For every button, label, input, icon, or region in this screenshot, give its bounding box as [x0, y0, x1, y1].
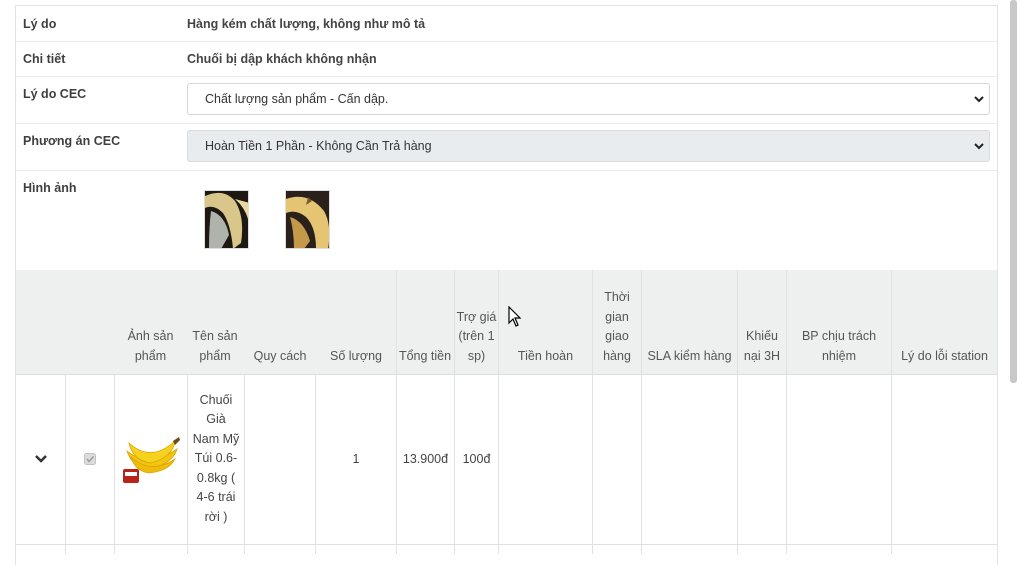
quantity-cell: 1: [352, 452, 360, 466]
chevron-down-icon: [974, 143, 984, 150]
total-cell: 13.900đ: [402, 452, 449, 466]
cec-option-selected: Hoàn Tiền 1 Phần - Không Cần Trả hàng: [205, 139, 432, 153]
complaint-3h-cell: [738, 374, 786, 544]
cec-reason-selected: Chất lượng sản phẩm - Cấn dập.: [205, 92, 389, 106]
checkbox-checked-disabled-icon: [84, 453, 96, 465]
th-product-name: Tên sản phẩm: [192, 329, 238, 363]
expand-row-button[interactable]: [16, 374, 65, 544]
product-image[interactable]: [115, 374, 187, 544]
th-quantity: Số lượng: [329, 348, 382, 363]
detail-value: Chuối bị dập khách không nhận: [187, 52, 377, 66]
row-checkbox[interactable]: [66, 374, 114, 544]
th-subsidy: Trợ giá (trên 1 sp): [456, 309, 497, 363]
mouse-cursor-icon: [508, 306, 522, 327]
th-product-image: Ảnh sản phẩm: [127, 329, 174, 363]
cec-option-row: Phương án CEC Hoàn Tiền 1 Phần - Không C…: [16, 123, 997, 171]
th-responsible-dept: BP chịu trách nhiệm: [801, 329, 877, 363]
chevron-down-icon: [34, 455, 47, 463]
reason-label: Lý do: [23, 17, 57, 31]
banana-product-image: [123, 437, 180, 483]
images-row: Hình ảnh: [16, 170, 997, 270]
th-total: Tổng tiền: [398, 348, 452, 363]
responsible-dept-cell: [787, 374, 891, 544]
refund-cell: [499, 374, 592, 544]
return-detail-panel: Lý do Hàng kém chất lượng, không như mô …: [15, 5, 998, 565]
th-complaint-3h: Khiếu nại 3H: [743, 329, 781, 363]
th-station-error-reason: Lý do lỗi station: [901, 348, 988, 363]
detail-label: Chi tiết: [23, 52, 66, 66]
delivery-time-cell: [593, 374, 641, 544]
th-delivery-time: Thời gian giao hàng: [603, 290, 631, 363]
cec-option-label: Phương án CEC: [23, 134, 121, 148]
detail-row: Chi tiết Chuối bị dập khách không nhận: [16, 41, 997, 77]
cec-reason-row: Lý do CEC Chất lượng sản phẩm - Cấn dập.: [16, 76, 997, 124]
product-table-header: Ảnh sản phẩm Tên sản phẩm Quy cách Số lư…: [16, 270, 997, 375]
reason-row: Lý do Hàng kém chất lượng, không như mô …: [16, 6, 997, 42]
cec-option-select[interactable]: Hoàn Tiền 1 Phần - Không Cần Trả hàng: [187, 130, 990, 162]
spec-cell: [245, 374, 315, 544]
sla-check-cell: [642, 374, 737, 544]
cec-reason-select[interactable]: Chất lượng sản phẩm - Cấn dập.: [187, 83, 990, 115]
chevron-down-icon: [974, 96, 984, 103]
product-name: Chuối Già Nam Mỹ Túi 0.6-0.8kg ( 4-6 trá…: [192, 392, 240, 524]
page-scrollbar[interactable]: [1010, 0, 1017, 383]
station-error-reason-cell: [892, 374, 997, 544]
cec-reason-label: Lý do CEC: [23, 87, 87, 101]
reason-value: Hàng kém chất lượng, không như mô tả: [187, 17, 426, 31]
th-spec: Quy cách: [253, 348, 307, 363]
evidence-image-2[interactable]: [285, 190, 330, 249]
images-label: Hình ảnh: [23, 181, 77, 195]
evidence-image-1[interactable]: [204, 190, 249, 249]
subsidy-cell: 100đ: [462, 452, 491, 466]
th-sla-check: SLA kiểm hàng: [647, 348, 732, 363]
